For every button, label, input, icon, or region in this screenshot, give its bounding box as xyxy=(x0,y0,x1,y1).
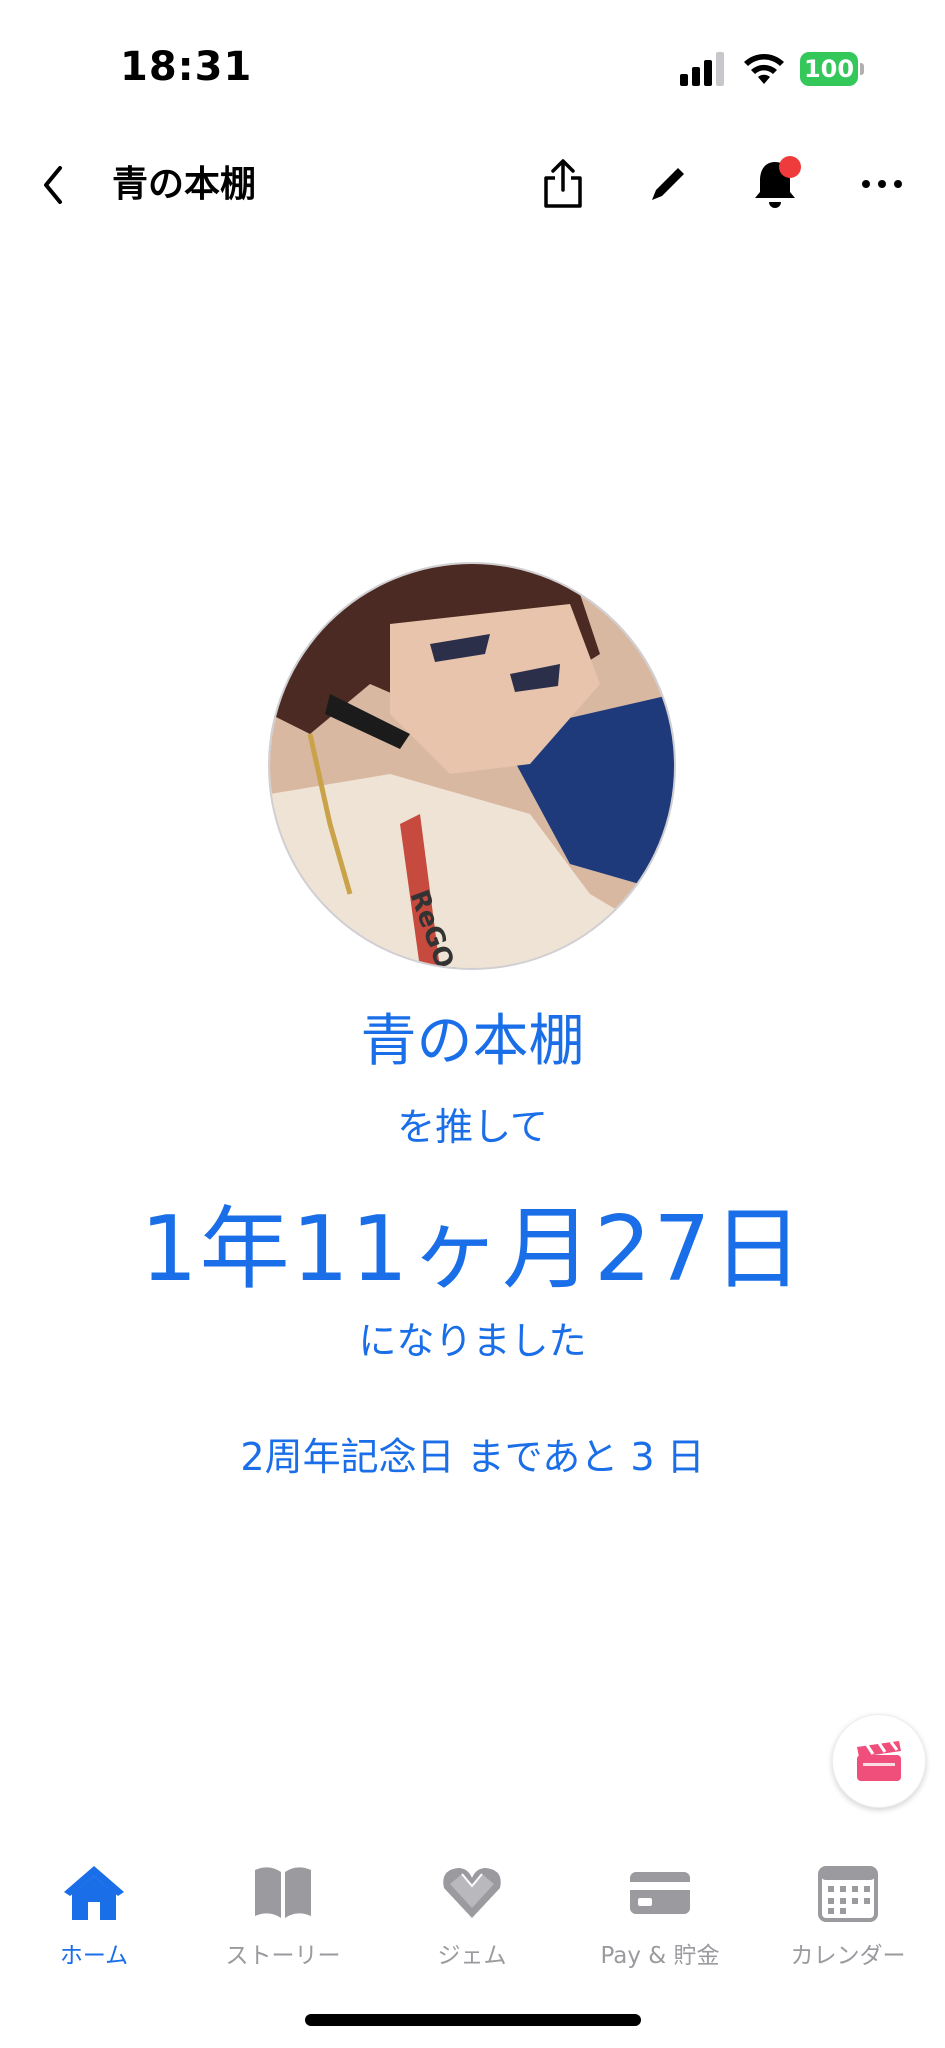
share-button[interactable] xyxy=(533,154,593,214)
tab-story[interactable]: ストーリー xyxy=(193,1848,373,1969)
oshi-name: 青の本棚 xyxy=(360,1009,585,1074)
gem-heart-icon xyxy=(443,1868,501,1918)
edit-button[interactable] xyxy=(638,154,698,214)
pencil-icon xyxy=(652,168,684,200)
share-icon xyxy=(544,159,582,208)
battery-indicator: 100 xyxy=(800,52,864,86)
signal-icon xyxy=(680,52,724,86)
nav-title: 青の本棚 xyxy=(112,164,257,205)
tab-bar: ホーム ストーリー ジェム Pay & 貯金 カレンダー xyxy=(0,1848,945,1969)
notification-badge xyxy=(779,156,801,178)
anniversary-countdown: 2周年記念日 まであと 3 日 xyxy=(240,1435,705,1479)
wifi-icon xyxy=(744,54,784,84)
home-icon xyxy=(64,1866,124,1920)
tab-calendar-label: カレンダー xyxy=(790,1943,906,1969)
tab-gem-label: ジェム xyxy=(437,1943,507,1969)
avatar-illustration: ReGOS xyxy=(270,564,674,968)
battery-cap xyxy=(860,63,864,75)
tab-home-label: ホーム xyxy=(59,1943,129,1969)
tab-gem[interactable]: ジェム xyxy=(382,1848,562,1969)
book-icon xyxy=(255,1867,311,1918)
tab-calendar[interactable]: カレンダー xyxy=(758,1848,938,1969)
status-time: 18:31 xyxy=(120,44,253,90)
notification-button[interactable] xyxy=(745,154,805,214)
card-icon xyxy=(630,1872,690,1914)
calendar-icon xyxy=(818,1866,878,1922)
tab-home[interactable]: ホーム xyxy=(4,1848,184,1969)
clapperboard-icon xyxy=(857,1741,901,1781)
back-chevron-icon[interactable] xyxy=(34,160,74,210)
caption-before: を推して xyxy=(397,1105,548,1149)
caption-after: になりました xyxy=(358,1319,587,1363)
battery-level: 100 xyxy=(800,52,858,86)
tab-story-label: ストーリー xyxy=(225,1943,341,1969)
status-bar: 18:31 100 xyxy=(0,0,945,120)
nav-bar: 青の本棚 xyxy=(0,140,945,230)
duration-text: 1年11ヶ月27日 xyxy=(140,1197,805,1302)
avatar: ReGOS xyxy=(268,562,676,970)
video-fab-button[interactable] xyxy=(832,1714,926,1808)
tab-pay-label: Pay & 貯金 xyxy=(600,1943,720,1969)
home-indicator xyxy=(305,2014,641,2026)
tab-pay[interactable]: Pay & 貯金 xyxy=(570,1848,750,1969)
more-icon xyxy=(862,180,902,188)
more-button[interactable] xyxy=(852,154,912,214)
